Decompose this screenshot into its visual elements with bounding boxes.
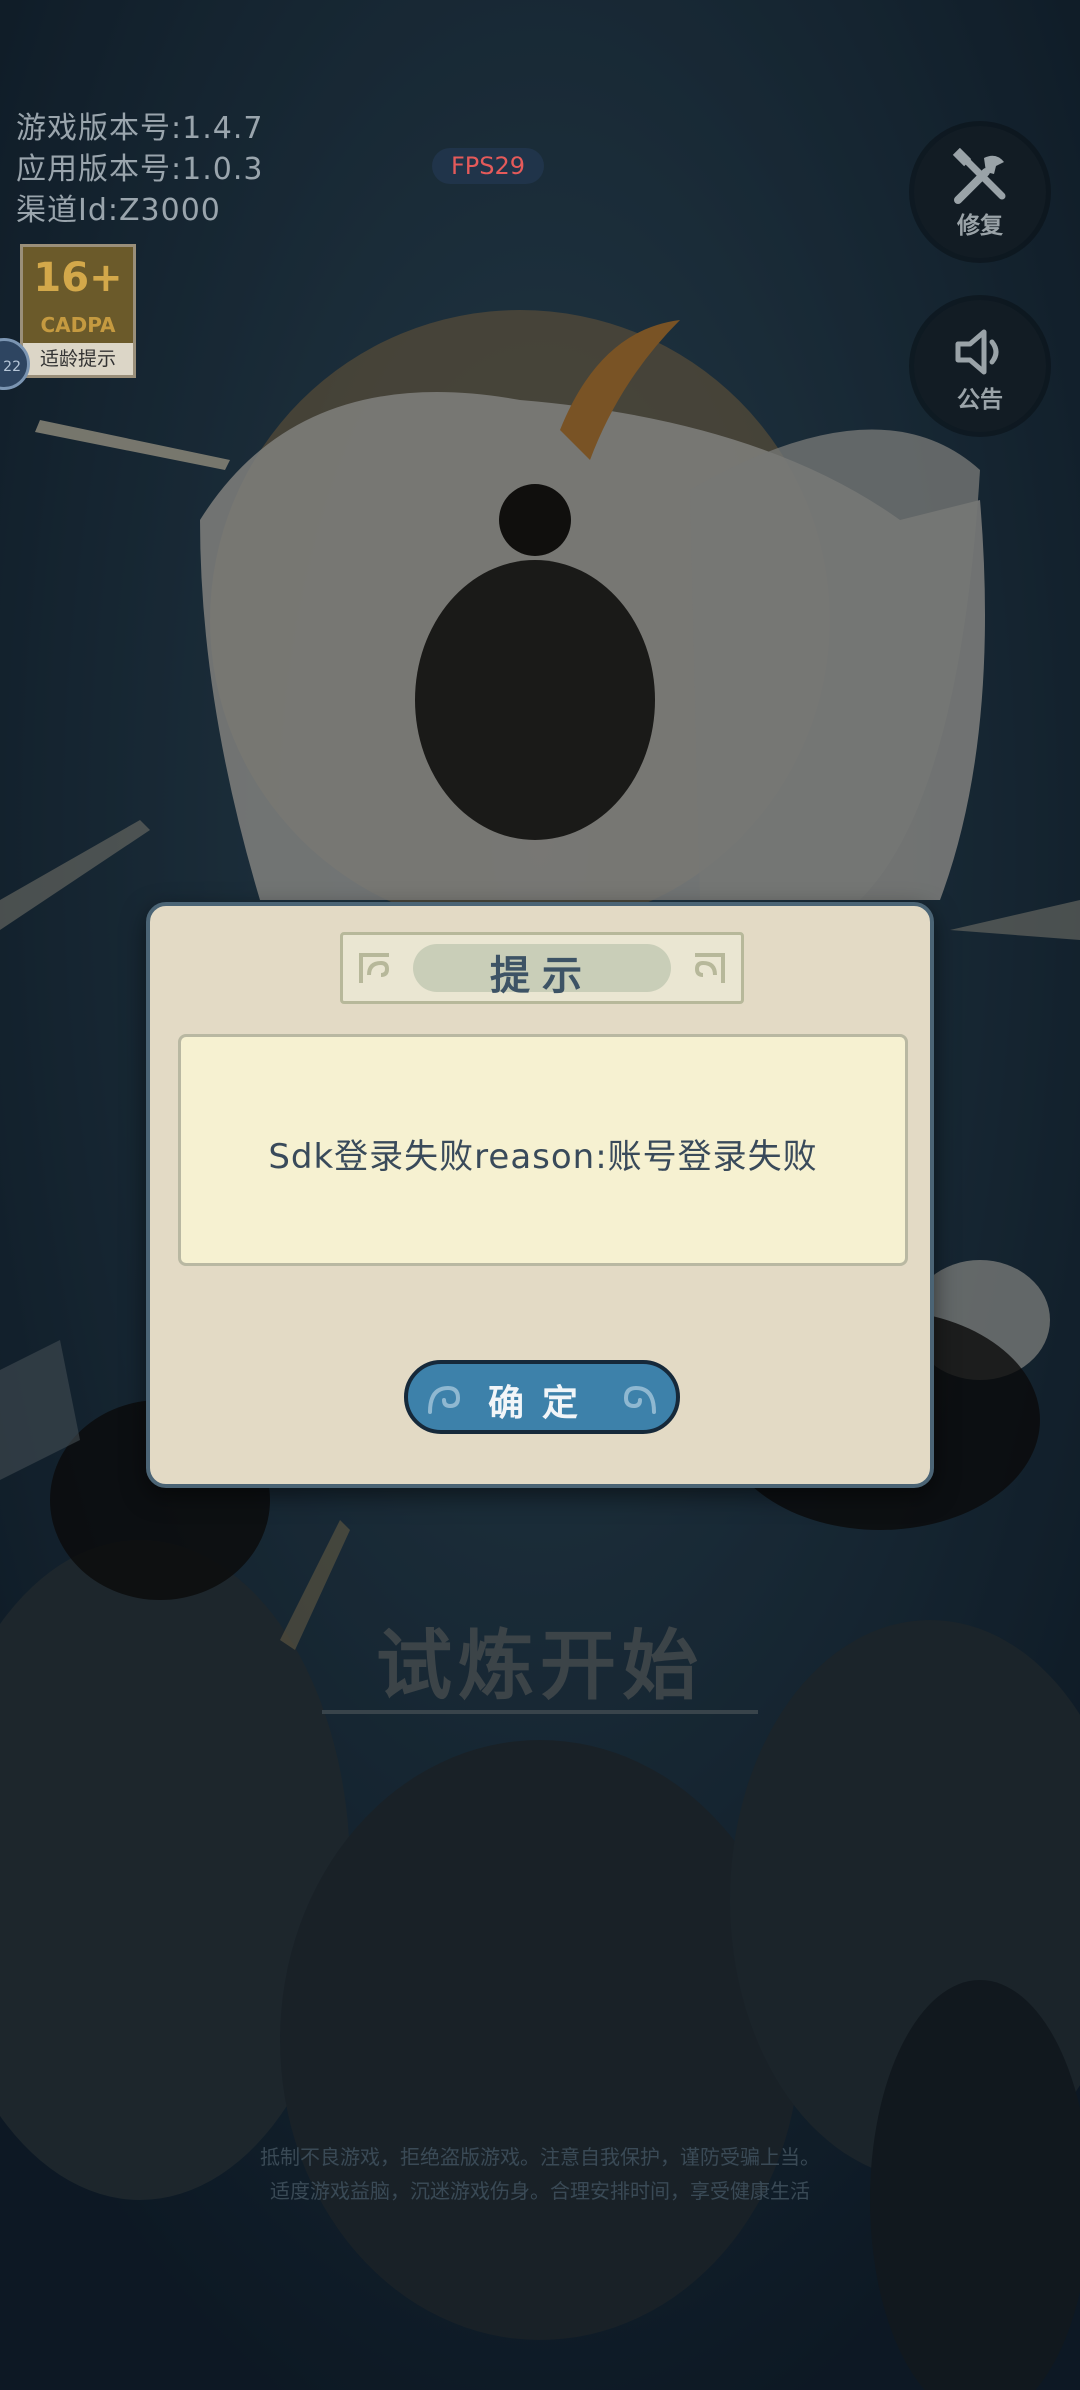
age-rating-badge[interactable]: 16+ CADPA 适龄提示 <box>20 244 136 378</box>
floating-button-label: 22 <box>3 359 21 375</box>
start-underline <box>322 1710 758 1714</box>
repair-label: 修复 <box>957 213 1003 239</box>
speaker-icon <box>955 329 999 375</box>
notice-label: 公告 <box>957 387 1003 413</box>
fps-indicator: FPS29 <box>432 148 544 184</box>
age-rating-tip: 适龄提示 <box>23 343 133 375</box>
dialog-title: 提示 <box>490 953 594 999</box>
app-version-text: 应用版本号:1.0.3 <box>16 152 264 187</box>
version-info: 游戏版本号:1.4.7 应用版本号:1.0.3 渠道Id:Z3000 <box>16 108 263 231</box>
age-rating-number: 16+ <box>33 255 123 301</box>
wrench-hammer-icon <box>952 148 1006 204</box>
dialog-message: Sdk登录失败reason:账号登录失败 <box>268 1137 818 1177</box>
game-version-text: 游戏版本号:1.4.7 <box>16 111 264 146</box>
repair-button[interactable]: 修复 <box>914 126 1046 258</box>
health-advisory-line2: 适度游戏益脑，沉迷游戏伤身。合理安排时间，享受健康生活 <box>270 2179 810 2203</box>
age-rating-org: CADPA <box>40 313 116 337</box>
start-trial-button[interactable]: 试炼开始 <box>0 1604 1080 1714</box>
cloud-ornament-icon <box>694 953 725 983</box>
dialog-message-box: Sdk登录失败reason:账号登录失败 <box>178 1034 908 1266</box>
health-advisory: 抵制不良游戏，拒绝盗版游戏。注意自我保护，谨防受骗上当。 适度游戏益脑，沉迷游戏… <box>0 2140 1080 2208</box>
health-advisory-line1: 抵制不良游戏，拒绝盗版游戏。注意自我保护，谨防受骗上当。 <box>260 2145 820 2169</box>
swirl-icon <box>623 1385 656 1414</box>
confirm-button[interactable]: 确定 <box>404 1360 680 1434</box>
dialog-title-frame: 提示 <box>340 932 744 1004</box>
alert-dialog: 提示 Sdk登录失败reason:账号登录失败 确定 <box>146 902 934 1488</box>
notice-button[interactable]: 公告 <box>914 300 1046 432</box>
channel-id-text: 渠道Id:Z3000 <box>16 193 221 228</box>
